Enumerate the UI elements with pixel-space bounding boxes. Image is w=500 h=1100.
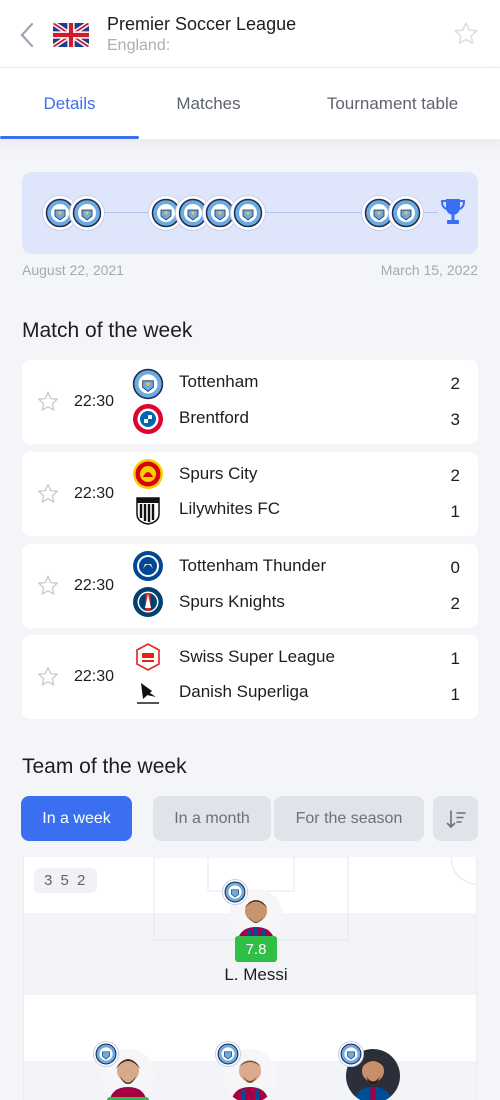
star-outline-icon[interactable]	[36, 665, 60, 689]
star-outline-icon[interactable]	[36, 574, 60, 598]
back-button[interactable]	[14, 20, 40, 50]
match-card[interactable]: 22:30 Tottenham Thunder Spurs Knights 0 …	[22, 544, 478, 628]
danish-superliga-logo-icon	[132, 677, 164, 709]
uk-flag-icon	[53, 23, 89, 47]
away-team-name: Spurs Knights	[179, 592, 285, 611]
tab-matches[interactable]: Matches	[139, 68, 278, 139]
filter-in-a-month[interactable]: In a month	[153, 796, 271, 841]
match-time: 22:30	[74, 485, 115, 502]
home-score: 2	[450, 466, 460, 485]
club-badge-icon[interactable]	[388, 195, 424, 231]
home-score: 0	[450, 558, 460, 577]
team-of-week-pitch: 3 5 2 7.8 L. Messi	[23, 857, 477, 1100]
chelsea-crest-icon	[132, 550, 164, 582]
club-badge-icon	[93, 1041, 119, 1067]
away-team-name: Brentford	[179, 408, 249, 427]
swiss-super-league-logo-icon	[132, 641, 164, 673]
match-card[interactable]: 22:30 Swiss Super League Danish Superlig…	[22, 635, 478, 719]
away-score: 2	[450, 594, 460, 613]
league-country: England:	[107, 37, 171, 54]
club-badge-icon	[215, 1041, 241, 1067]
home-score: 2	[450, 374, 460, 393]
season-timeline	[22, 172, 478, 254]
star-outline-icon	[454, 22, 478, 45]
club-badge-icon	[222, 879, 248, 905]
juventus-crest-icon	[132, 494, 164, 526]
trophy-icon	[440, 197, 466, 227]
away-team-name: Lilywhites FC	[179, 499, 281, 518]
club-badge-icon[interactable]	[69, 195, 105, 231]
match-time: 22:30	[74, 668, 115, 685]
home-score: 1	[450, 649, 460, 668]
active-tab-indicator	[0, 136, 139, 139]
star-outline-icon[interactable]	[36, 390, 60, 414]
star-outline-icon[interactable]	[36, 482, 60, 506]
match-time: 22:30	[74, 577, 115, 594]
tab-tournament-table[interactable]: Tournament table	[290, 68, 495, 139]
match-card[interactable]: 22:30 Tottenham Brentford 2 3	[22, 360, 478, 444]
filter-for-the-season[interactable]: For the season	[274, 796, 424, 841]
tab-details[interactable]: Details	[0, 68, 139, 139]
match-time: 22:30	[74, 393, 115, 410]
sort-button[interactable]	[433, 796, 478, 841]
sort-icon	[446, 809, 466, 828]
chevron-left-icon	[20, 22, 34, 48]
away-score: 1	[450, 502, 460, 521]
home-team-name: Tottenham Thunder	[179, 556, 327, 575]
app-header: Premier Soccer League England:	[0, 0, 500, 68]
season-start-date: August 22, 2021	[22, 262, 124, 278]
player-name: L. Messi	[224, 965, 288, 984]
club-badge-icon	[338, 1041, 364, 1067]
formation-badge: 3 5 2	[34, 868, 98, 893]
match-card[interactable]: 22:30 Spurs City Lilywhites FC 2 1	[22, 452, 478, 536]
home-team-name: Tottenham	[179, 372, 259, 391]
home-team-name: Spurs City	[179, 464, 258, 483]
match-of-week-title: Match of the week	[22, 319, 193, 342]
player-rating: 7.8	[235, 936, 277, 962]
season-end-date: March 15, 2022	[380, 262, 478, 278]
filter-in-a-week[interactable]: In a week	[21, 796, 132, 841]
psg-crest-icon	[132, 586, 164, 618]
favorite-button[interactable]	[452, 20, 480, 48]
bayern-crest-icon	[132, 403, 164, 435]
man-city-crest-icon	[132, 368, 164, 400]
team-of-week-title: Team of the week	[22, 755, 187, 778]
club-badge-icon[interactable]	[230, 195, 266, 231]
away-team-name: Danish Superliga	[179, 682, 309, 701]
home-team-name: Swiss Super League	[179, 647, 335, 666]
tab-bar: Details Matches Tournament table	[0, 68, 500, 139]
man-united-crest-icon	[132, 458, 164, 490]
league-title: Premier Soccer League	[107, 14, 297, 34]
away-score: 3	[450, 410, 460, 429]
away-score: 1	[450, 685, 460, 704]
